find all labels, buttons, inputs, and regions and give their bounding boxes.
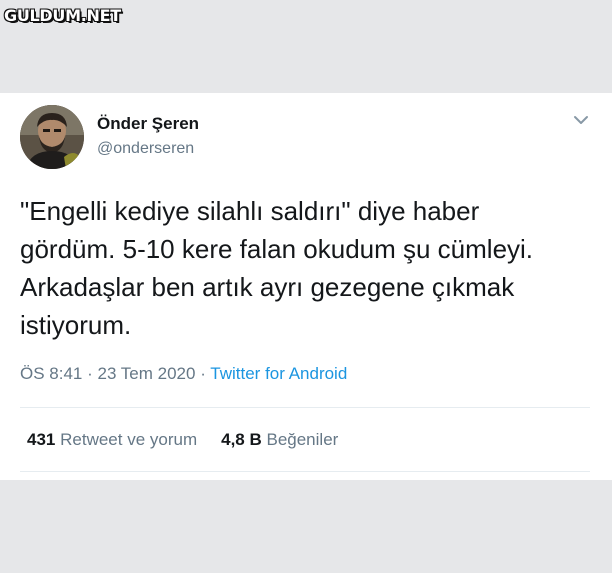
divider bbox=[20, 407, 590, 408]
tweet-text: "Engelli kediye silahlı saldırı" diye ha… bbox=[20, 196, 534, 340]
meta-separator: · bbox=[195, 364, 211, 383]
likes-label: Beğeniler bbox=[266, 430, 339, 449]
likes-stat[interactable]: 4,8 B Beğeniler bbox=[221, 430, 338, 449]
user-handle[interactable]: @onderseren bbox=[97, 140, 194, 158]
likes-count: 4,8 B bbox=[221, 430, 262, 449]
divider bbox=[20, 471, 590, 472]
retweets-count: 431 bbox=[27, 430, 56, 449]
tweet-card: Önder Şeren @onderseren "Engelli kediye … bbox=[0, 93, 612, 480]
tweet-date[interactable]: 23 Tem 2020 bbox=[97, 364, 195, 383]
tweet-meta: ÖS 8:41 · 23 Tem 2020 · Twitter for Andr… bbox=[20, 364, 347, 384]
watermark-logo: GULDUM.NET bbox=[4, 6, 121, 25]
retweets-label: Retweet ve yorum bbox=[60, 430, 198, 449]
retweets-stat[interactable]: 431 Retweet ve yorum bbox=[27, 430, 197, 449]
display-name[interactable]: Önder Şeren bbox=[97, 114, 199, 134]
tweet-source-link[interactable]: Twitter for Android bbox=[210, 364, 347, 383]
chevron-down-icon[interactable] bbox=[572, 113, 590, 127]
meta-separator: · bbox=[82, 364, 98, 383]
tweet-stats: 431 Retweet ve yorum 4,8 B Beğeniler bbox=[27, 430, 338, 450]
user-avatar-photo bbox=[20, 105, 84, 169]
tweet-time[interactable]: ÖS 8:41 bbox=[20, 364, 82, 383]
avatar[interactable] bbox=[20, 105, 84, 169]
